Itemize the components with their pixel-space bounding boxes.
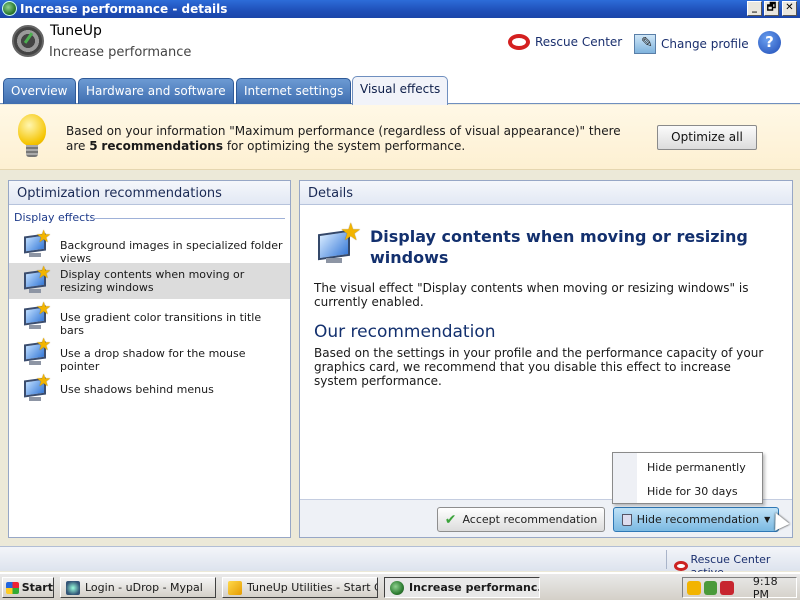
monitor-star-icon: ★	[24, 335, 52, 367]
list-item[interactable]: ★ Use a drop shadow for the mouse pointe…	[9, 335, 290, 373]
taskbar-item-mypal[interactable]: Login - uDrop - Mypal	[60, 577, 216, 598]
list-item[interactable]: ★ Background images in specialized folde…	[9, 227, 290, 265]
status-bar: Rescue Center active	[0, 546, 800, 579]
menu-item-hide-permanently[interactable]: Hide permanently	[637, 455, 763, 479]
tab-internet-settings[interactable]: Internet settings	[236, 78, 352, 104]
hide-recommendation-button[interactable]: Hide recommendation ▼	[613, 507, 779, 532]
accept-recommendation-button[interactable]: ✔ Accept recommendation	[437, 507, 605, 532]
monitor-star-icon: ★	[24, 299, 52, 331]
taskbar-item-label: Login - uDrop - Mypal	[85, 581, 203, 594]
window-titlebar[interactable]: Increase performance - details _ 🗗 ✕	[0, 0, 800, 18]
system-tray: 9:18 PM	[682, 574, 797, 600]
taskbar-item-label: Increase performanc...	[409, 581, 540, 594]
tray-network-icon[interactable]	[703, 580, 718, 595]
start-button[interactable]: Start	[2, 577, 54, 598]
effect-title: Display contents when moving or resizing…	[370, 227, 748, 267]
lightbulb-icon	[18, 114, 46, 157]
tab-overview[interactable]: Overview	[3, 78, 76, 104]
optimize-all-button[interactable]: Optimize all	[657, 125, 757, 150]
checkmark-icon: ✔	[444, 511, 457, 528]
recommendation-text: Based on the settings in your profile an…	[314, 346, 764, 388]
rescue-center-label: Rescue Center	[535, 35, 623, 49]
tab-hardware-and-software[interactable]: Hardware and software	[78, 78, 234, 104]
page-subtitle: Increase performance	[49, 45, 192, 60]
tab-bar: Overview Hardware and software Internet …	[0, 76, 800, 105]
menu-item-hide-30-days[interactable]: Hide for 30 days	[637, 479, 763, 503]
restore-button[interactable]: 🗗	[764, 1, 779, 16]
effect-description: The visual effect "Display contents when…	[314, 281, 749, 309]
tuneup-app-icon	[2, 1, 17, 16]
monitor-star-icon: ★	[24, 263, 52, 295]
help-icon[interactable]: ?	[758, 31, 781, 54]
windows-logo-icon	[6, 581, 19, 594]
list-item-label: Use a drop shadow for the mouse pointer	[60, 347, 246, 373]
start-label: Start	[21, 581, 53, 594]
change-profile-link[interactable]: Change profile	[634, 34, 749, 54]
list-item[interactable]: ★ Use gradient color transitions in titl…	[9, 299, 290, 337]
monitor-star-icon: ★	[316, 218, 362, 268]
list-item-label: Display contents when moving or resizing…	[60, 268, 245, 294]
tray-shield-icon[interactable]	[720, 580, 734, 595]
section-display-effects: Display effects	[14, 211, 96, 224]
recommendations-panel: Optimization recommendations Display eff…	[8, 180, 291, 538]
recommendations-panel-title: Optimization recommendations	[9, 181, 290, 205]
taskbar-item-label: TuneUp Utilities - Start C...	[247, 581, 378, 594]
recommendation-heading: Our recommendation	[314, 322, 496, 342]
accept-recommendation-label: Accept recommendation	[462, 513, 598, 526]
tuneup-app-icon	[390, 580, 404, 595]
trash-icon	[621, 513, 632, 526]
monitor-star-icon: ★	[24, 371, 52, 403]
brand-name: TuneUp	[50, 23, 102, 39]
taskbar: Start Login - uDrop - Mypal TuneUp Utili…	[0, 572, 800, 600]
status-divider	[666, 550, 667, 569]
tuneup-logo-icon	[12, 25, 44, 57]
close-button[interactable]: ✕	[782, 1, 797, 16]
change-profile-label: Change profile	[661, 37, 749, 51]
tab-visual-effects[interactable]: Visual effects	[352, 76, 449, 105]
browser-icon	[66, 580, 80, 595]
taskbar-item-tuneup-start[interactable]: TuneUp Utilities - Start C...	[222, 577, 378, 598]
banner-text: Based on your information "Maximum perfo…	[66, 124, 621, 153]
clock: 9:18 PM	[752, 574, 778, 600]
app-header: TuneUp Increase performance Rescue Cente…	[0, 18, 800, 76]
list-item-label: Background images in specialized folder …	[60, 239, 283, 265]
window-title: Increase performance - details	[20, 2, 228, 16]
taskbar-item-increase-performance[interactable]: Increase performanc...	[384, 577, 540, 598]
tray-warning-icon[interactable]	[687, 580, 701, 595]
list-item-selected[interactable]: ★ Display contents when moving or resizi…	[9, 263, 290, 299]
list-item-label: Use shadows behind menus	[60, 383, 214, 396]
hide-options-menu: Hide permanently Hide for 30 days	[612, 452, 763, 504]
folder-icon	[228, 580, 242, 595]
minimize-button[interactable]: _	[747, 1, 762, 16]
details-panel-title: Details	[300, 181, 792, 205]
section-divider	[91, 218, 285, 219]
rescue-center-link[interactable]: Rescue Center	[508, 34, 622, 50]
lifebuoy-icon	[674, 561, 688, 571]
lifebuoy-icon	[508, 34, 530, 50]
monitor-star-icon: ★	[24, 227, 52, 259]
list-item-label: Use gradient color transitions in title …	[60, 311, 262, 337]
profile-edit-icon	[634, 34, 656, 54]
details-action-bar: ✔ Accept recommendation Hide recommendat…	[300, 499, 792, 537]
list-item[interactable]: ★ Use shadows behind menus	[9, 371, 290, 407]
hide-recommendation-label: Hide recommendation	[636, 513, 760, 526]
